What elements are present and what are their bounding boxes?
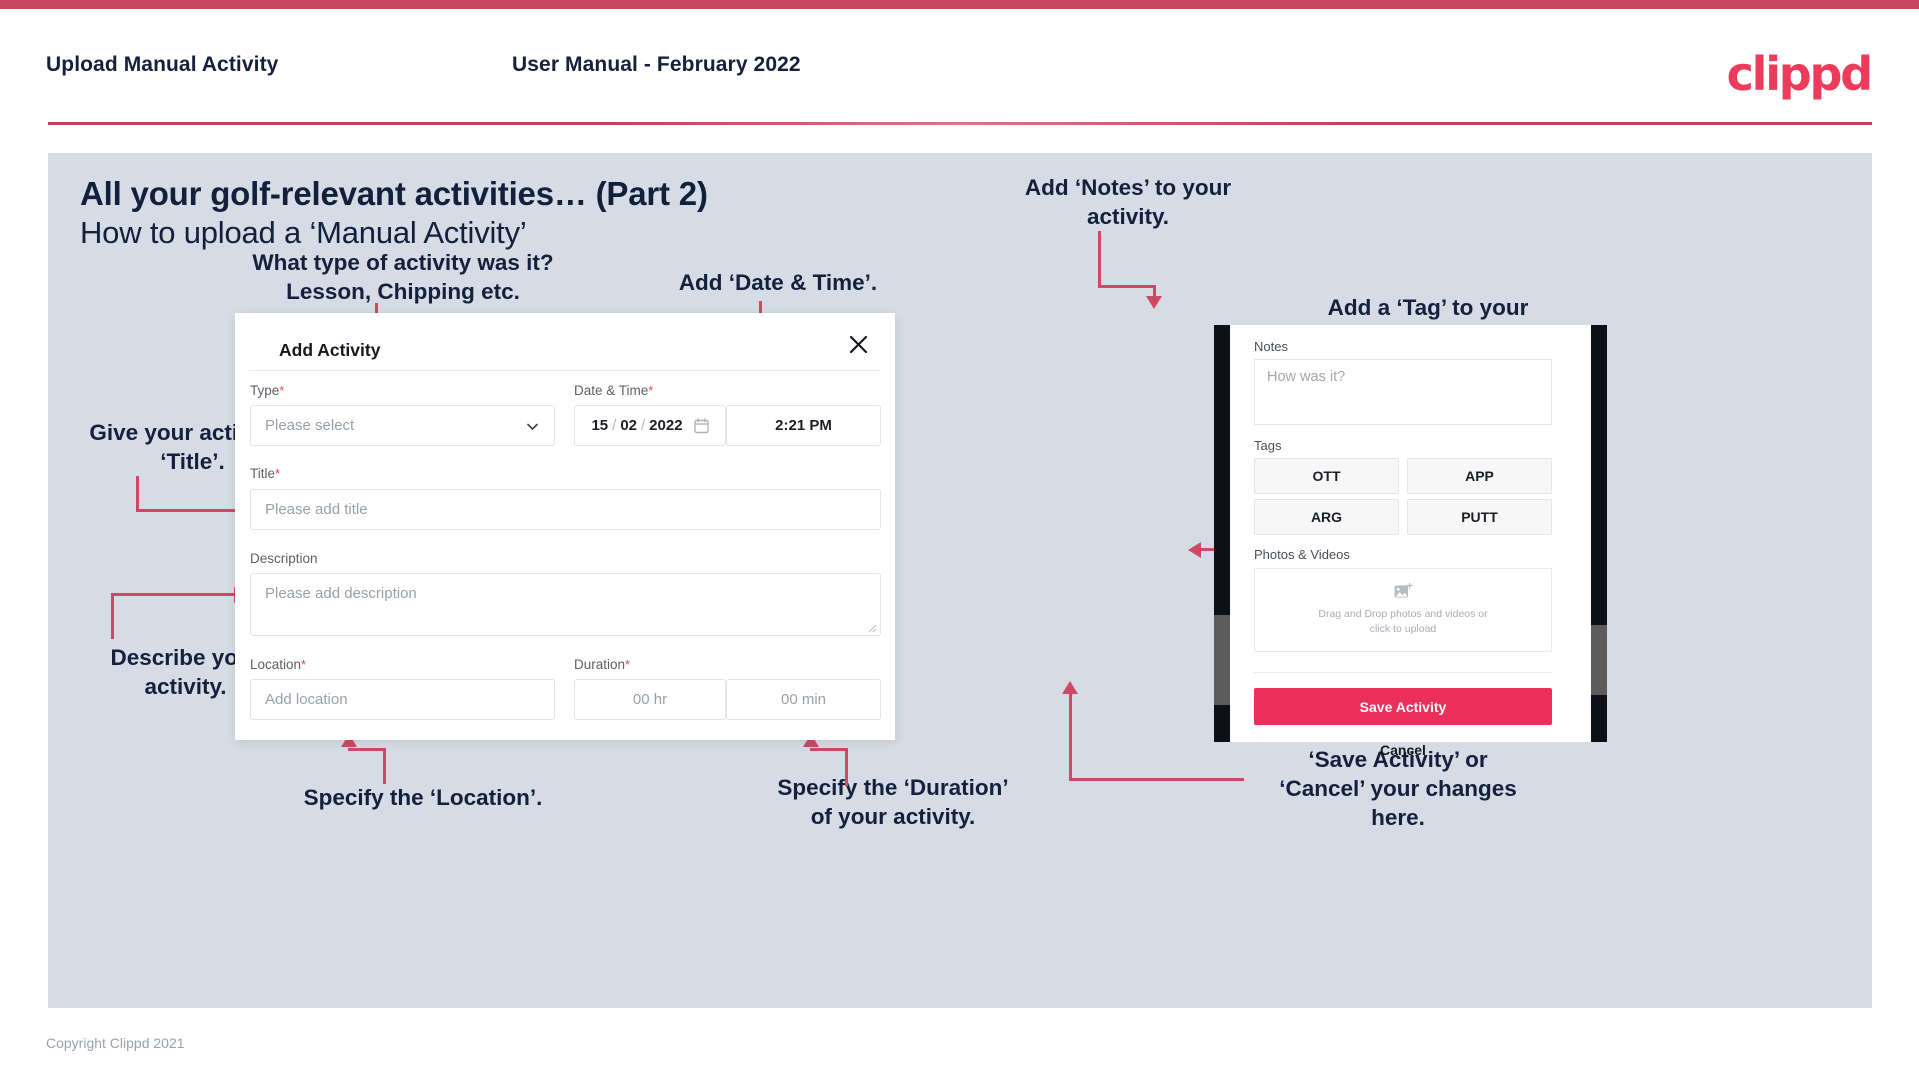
date-day: 15 [591,417,609,434]
phone-button-left [1214,615,1230,705]
location-placeholder: Add location [265,691,348,708]
description-label-text: Description [250,551,318,566]
chevron-down-icon [526,420,538,432]
location-required-mark: * [301,657,307,672]
type-required-mark: * [279,383,285,398]
location-label-text: Location [250,657,302,672]
annotation-location: Specify the ‘Location’. [303,785,543,810]
page-title: All your golf-relevant activities… (Part… [80,175,708,212]
cancel-button[interactable]: Cancel [1254,737,1552,763]
photos-label: Photos & Videos [1254,547,1350,562]
duration-hours-placeholder: 00 hr [632,691,668,708]
phone-screen: Notes How was it? Tags OTT APP ARG PUTT … [1230,325,1591,758]
tag-label-arg: ARG [1310,509,1343,525]
dialog-header-divider [249,370,881,371]
dropzone-line-1: Drag and Drop photos and videos or [1318,608,1488,620]
header-divider-rule [48,122,1872,125]
title-required-mark: * [275,466,281,481]
resize-handle-icon[interactable] [868,624,877,633]
notes-placeholder: How was it? [1267,369,1346,385]
duration-minutes-placeholder: 00 min [780,691,827,708]
page-subtitle: How to upload a ‘Manual Activity’ [80,215,527,250]
tag-button-ott[interactable]: OTT [1254,458,1399,494]
page-header: Upload Manual Activity User Manual - Feb… [0,9,1919,124]
time-value: 2:21 PM [775,417,832,434]
connector-upload-arrow [1188,542,1201,558]
duration-label: Duration* [574,657,630,672]
top-accent-bar [0,0,1919,9]
notes-label: Notes [1254,339,1288,354]
connector-title-vert [136,476,139,512]
connector-duration-vert [845,748,848,786]
save-activity-label: Save Activity [1359,698,1447,715]
title-input-placeholder: Please add title [265,501,368,518]
location-input[interactable]: Add location [250,679,555,720]
type-label-text: Type [250,383,280,398]
connector-notes-vert1 [1098,231,1101,288]
datetime-label-text: Date & Time [574,383,649,398]
mobile-divider [1254,672,1552,673]
cancel-label: Cancel [1380,742,1426,758]
connector-title-horiz [136,509,246,512]
date-year: 2022 [649,417,683,434]
add-image-icon [1394,583,1413,600]
date-sep-1: / [612,417,617,434]
close-icon[interactable] [841,327,875,361]
duration-required-mark: * [625,657,631,672]
duration-hours-input[interactable]: 00 hr [574,679,726,720]
tag-label-app: APP [1465,468,1494,484]
dialog-title: Add Activity [279,340,381,360]
location-label: Location* [250,657,306,672]
tag-label-ott: OTT [1312,468,1341,484]
tag-button-app[interactable]: APP [1407,458,1552,494]
connector-notes-arrow [1146,296,1162,309]
dropzone-line-2: click to upload [1369,623,1437,635]
title-label: Title* [250,466,280,481]
tag-button-arg[interactable]: ARG [1254,499,1399,535]
date-sep-2: / [641,417,646,434]
notes-input[interactable]: How was it? [1254,359,1552,425]
date-month: 02 [620,417,637,434]
save-activity-button[interactable]: Save Activity [1254,688,1552,725]
annotation-duration: Specify the ‘Duration’ of your activity. [777,775,1009,829]
connector-save-arrow [1062,681,1078,694]
type-select-placeholder: Please select [265,417,355,434]
header-center-title: User Manual - February 2022 [512,53,801,76]
description-textarea[interactable]: Please add description [250,573,881,636]
duration-label-text: Duration [574,657,626,672]
annotation-type: What type of activity was it? Lesson, Ch… [252,250,554,304]
connector-notes-horiz [1098,285,1156,288]
connector-location-vert [383,748,386,784]
duration-minutes-input[interactable]: 00 min [726,679,881,720]
connector-save-horiz [1069,778,1244,781]
datetime-required-mark: * [648,383,654,398]
connector-desc-vert [111,593,114,639]
connector-desc-horiz [111,593,236,596]
time-input[interactable]: 2:21 PM [726,405,881,446]
description-label: Description [250,551,318,566]
description-placeholder: Please add description [265,585,417,602]
connector-duration-horiz [810,748,848,751]
datetime-label: Date & Time* [574,383,653,398]
connector-save-vert [1069,693,1072,781]
type-label: Type* [250,383,284,398]
calendar-icon[interactable] [693,417,709,434]
annotation-datetime: Add ‘Date & Time’. [678,270,878,295]
add-activity-dialog: Add Activity Type* Please select Date & … [235,313,895,740]
clippd-logo: clippd [1726,47,1874,101]
type-select[interactable]: Please select [250,405,555,446]
phone-mockup: Notes How was it? Tags OTT APP ARG PUTT … [1214,325,1607,758]
phone-button-right [1591,625,1607,695]
connector-location-horiz [348,748,386,751]
copyright-text: Copyright Clippd 2021 [46,1035,185,1051]
title-label-text: Title [250,466,276,481]
tag-label-putt: PUTT [1461,509,1498,525]
date-input[interactable]: 15 / 02 / 2022 [574,405,726,446]
tag-button-putt[interactable]: PUTT [1407,499,1552,535]
header-left-title: Upload Manual Activity [46,53,279,76]
title-input[interactable]: Please add title [250,489,881,530]
tags-label: Tags [1254,438,1282,453]
photo-dropzone[interactable]: Drag and Drop photos and videos or click… [1254,568,1552,652]
annotation-notes: Add ‘Notes’ to your activity. [1024,175,1232,229]
